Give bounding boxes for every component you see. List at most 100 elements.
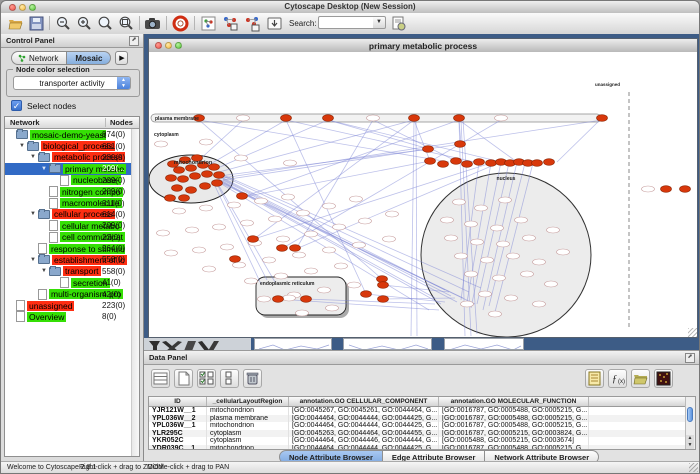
graph-node-white[interactable] xyxy=(507,253,520,259)
graph-node-white[interactable] xyxy=(200,139,213,145)
graph-node-white[interactable] xyxy=(157,230,170,236)
table-row[interactable]: YPL036W__1mitochondrion[GO:0044464, GO:0… xyxy=(149,422,686,430)
table-cell[interactable]: mitochondrion xyxy=(207,422,289,430)
table-cell[interactable]: [GO:0016787, GO:0005215, GO:0003824, G..… xyxy=(439,430,589,438)
graph-node-orange[interactable] xyxy=(214,172,225,179)
minimized-window[interactable] xyxy=(444,338,524,350)
table-cell[interactable]: [GO:0044464, GO:0044444, GO:0044425, G..… xyxy=(289,422,439,430)
graph-node-white[interactable] xyxy=(245,278,258,284)
graph-node-orange[interactable] xyxy=(532,160,543,167)
network-canvas[interactable]: plasma membrane cytoplasm mitochondrion … xyxy=(149,52,697,337)
table-cell[interactable]: [GO:0016787, GO:0005488, GO:0005215, G..… xyxy=(439,415,589,423)
graph-node-orange[interactable] xyxy=(301,296,312,303)
tree-row[interactable]: Overview8(0) xyxy=(5,311,132,322)
graph-node-white[interactable] xyxy=(493,275,506,281)
graph-node-white[interactable] xyxy=(499,197,512,203)
tab-mosaic[interactable]: Mosaic xyxy=(66,51,111,65)
graph-node-white[interactable] xyxy=(263,257,276,263)
table-cell[interactable]: [GO:0044464, GO:0044446, GO:0044444, G..… xyxy=(289,437,439,445)
graph-node-white[interactable] xyxy=(497,241,510,247)
table-cell[interactable]: cytoplasm xyxy=(207,437,289,445)
zoom-selected-icon[interactable] xyxy=(97,15,114,32)
graph-node-white[interactable] xyxy=(165,250,178,256)
table-column-header[interactable]: annotation.GO MOLECULAR_FUNCTION xyxy=(439,397,589,406)
graph-node-white[interactable] xyxy=(515,217,528,223)
graph-node-white[interactable] xyxy=(305,231,318,237)
table-cell[interactable]: YPL036W__1 xyxy=(149,422,207,430)
graph-node-white[interactable] xyxy=(318,287,331,293)
search-dropdown-arrow[interactable]: ▼ xyxy=(373,16,386,29)
graph-node-white[interactable] xyxy=(489,311,502,317)
id-mapper-icon[interactable] xyxy=(390,15,407,32)
graph-node-white[interactable] xyxy=(533,301,546,307)
tab-network[interactable]: Network xyxy=(11,51,66,65)
table-scrollbar[interactable]: ▲▼ xyxy=(685,397,695,449)
graph-node-white[interactable] xyxy=(505,295,518,301)
tree-row[interactable]: ▼establishment of lo558(0) xyxy=(5,254,132,265)
graph-node-white[interactable] xyxy=(258,296,271,302)
table-row[interactable]: YLR295Ccytoplasm[GO:0045263, GO:0044464,… xyxy=(149,430,686,438)
graph-node-white[interactable] xyxy=(277,236,290,242)
graph-node-white[interactable] xyxy=(155,141,168,147)
graph-node-white[interactable] xyxy=(495,115,508,121)
float-panel-icon[interactable]: ⬈ xyxy=(129,36,139,46)
graph-node-orange[interactable] xyxy=(230,256,241,263)
attribute-checklist-icon[interactable] xyxy=(197,369,216,388)
tree-row[interactable]: ▼metabolic process280(0) xyxy=(5,152,132,163)
graph-node-white[interactable] xyxy=(228,202,241,208)
table-cell[interactable]: plasma membrane xyxy=(207,415,289,423)
table-cell[interactable]: YDR039C__1 xyxy=(149,445,207,450)
graph-node-white[interactable] xyxy=(481,257,494,263)
graph-node-white[interactable] xyxy=(275,273,288,279)
graph-node-white[interactable] xyxy=(323,247,336,253)
table-cell[interactable]: YKR052C xyxy=(149,437,207,445)
graph-node-white[interactable] xyxy=(282,194,295,200)
graph-node-orange[interactable] xyxy=(377,276,388,283)
table-row[interactable]: YJR121W__1mitochondrion[GO:0045267, GO:0… xyxy=(149,407,686,415)
graph-node-white[interactable] xyxy=(533,259,546,265)
table-cell[interactable]: [GO:0045267, GO:0045261, GO:0044464, G..… xyxy=(289,407,439,415)
graph-node-white[interactable] xyxy=(491,225,504,231)
attribute-dropdown[interactable]: transporter activity ▲▼ xyxy=(13,76,131,90)
graph-node-white[interactable] xyxy=(173,208,186,214)
graph-svg[interactable]: plasma membrane cytoplasm mitochondrion … xyxy=(149,52,697,337)
graph-node-white[interactable] xyxy=(284,160,297,166)
graph-node-white[interactable] xyxy=(453,199,466,205)
table-column-header[interactable]: _cellularLayoutRegion xyxy=(207,397,289,406)
graph-node-orange[interactable] xyxy=(451,158,462,165)
save-session-icon[interactable] xyxy=(28,15,45,32)
graph-node-white[interactable] xyxy=(297,210,310,216)
graph-node-white[interactable] xyxy=(383,236,396,242)
graph-node-orange[interactable] xyxy=(179,195,190,202)
graph-node-white[interactable] xyxy=(213,224,226,230)
tree-row[interactable]: ▼cellular process614(0) xyxy=(5,209,132,220)
graph-node-white[interactable] xyxy=(455,253,468,259)
view-resize-grip[interactable] xyxy=(688,328,697,337)
table-cell[interactable]: YLR295C xyxy=(149,430,207,438)
network-view-window[interactable]: primary metabolic process plasma membran… xyxy=(148,38,698,338)
graph-node-orange[interactable] xyxy=(454,115,465,122)
tree-expand-icon[interactable]: ▼ xyxy=(30,211,38,217)
graph-node-orange[interactable] xyxy=(165,195,176,202)
graph-node-white[interactable] xyxy=(471,239,484,245)
graph-node-white[interactable] xyxy=(323,203,336,209)
table-cell[interactable]: [GO:0016787, GO:0005488, GO:0005215, G..… xyxy=(439,407,589,415)
select-attributes-icon[interactable] xyxy=(151,369,170,388)
graph-node-white[interactable] xyxy=(545,281,558,287)
tree-row[interactable]: ▼primary metabo209(... xyxy=(5,163,132,174)
merge-network-icon[interactable] xyxy=(244,15,261,32)
graph-node-orange[interactable] xyxy=(172,185,183,192)
app-resize-grip[interactable] xyxy=(689,463,698,472)
graph-node-white[interactable] xyxy=(296,310,309,316)
search-input[interactable] xyxy=(318,16,374,29)
import-attributes-icon[interactable] xyxy=(631,369,650,388)
graph-node-white[interactable] xyxy=(233,262,246,268)
table-cell[interactable]: cytoplasm xyxy=(207,430,289,438)
graph-node-white[interactable] xyxy=(283,295,296,301)
graph-node-orange[interactable] xyxy=(190,173,201,180)
tree-row[interactable]: macromolecule311(0) xyxy=(5,197,132,208)
help-lifering-icon[interactable] xyxy=(172,15,189,32)
graph-node-orange[interactable] xyxy=(361,291,372,298)
graph-node-orange[interactable] xyxy=(290,245,301,252)
graph-node-white[interactable] xyxy=(386,211,399,217)
